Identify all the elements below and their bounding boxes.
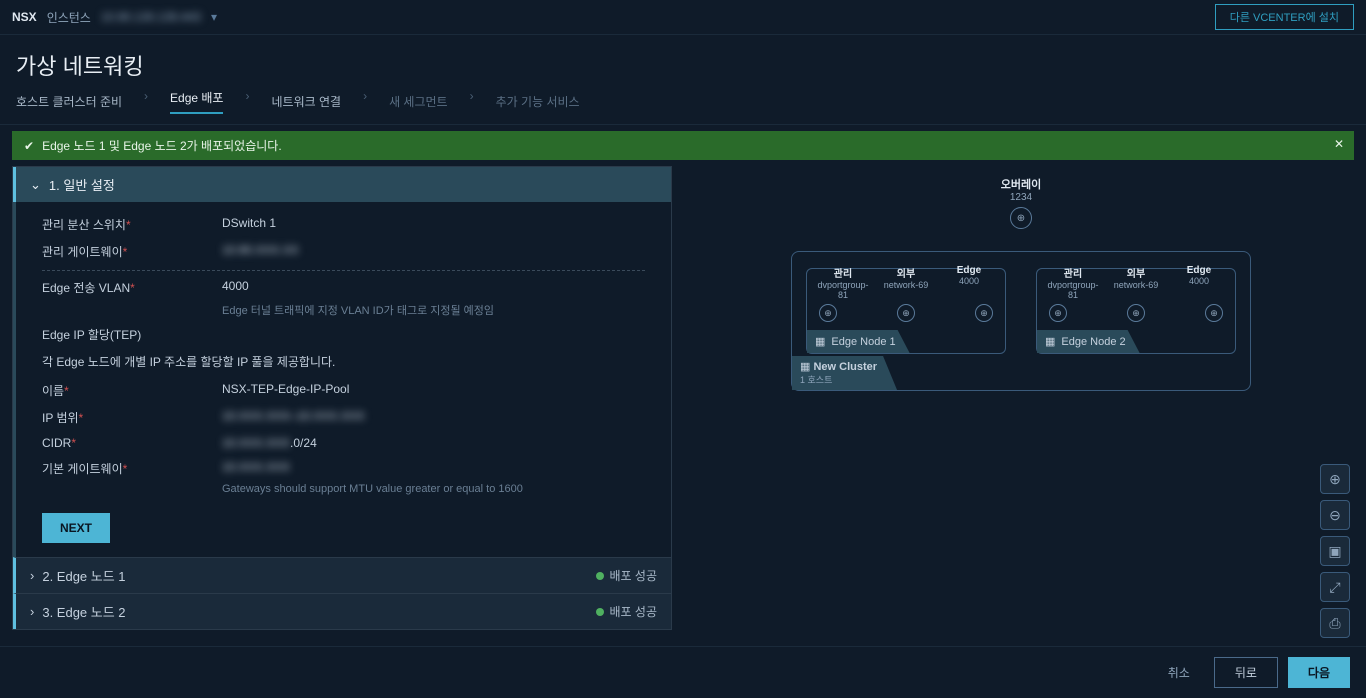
gateway-label: 기본 게이트웨이* <box>42 460 222 477</box>
cidr-label: CIDR* <box>42 436 222 450</box>
ip-range-label: IP 범위* <box>42 409 222 426</box>
collapse-button[interactable]: ⤢ <box>1320 572 1350 602</box>
port-icon: ⊕ <box>1049 304 1067 322</box>
back-button[interactable]: 뒤로 <box>1214 657 1278 688</box>
port-icon: ⊕ <box>1127 304 1145 322</box>
edge-node-2[interactable]: 관리dvportgroup-81 외부network-69 Edge4000 ⊕… <box>1036 268 1236 354</box>
edge-node-1-label: Edge Node 1 <box>831 336 895 348</box>
chevron-down-icon: ⌄ <box>30 177 41 193</box>
deploy-status-2: 배포 성공 <box>596 603 658 620</box>
breadcrumb: 호스트 클러스터 준비 › Edge 배포 › 네트워크 연결 › 새 세그먼트… <box>0 85 1366 125</box>
port-icon: ⊕ <box>1205 304 1223 322</box>
edge-ip-description: 각 Edge 노드에 개별 IP 주소를 할당할 IP 풀을 제공합니다. <box>42 353 645 370</box>
port-icon: ⊕ <box>975 304 993 322</box>
overlay-sub: 1234 <box>791 192 1251 203</box>
topbar: NSX 인스턴스 10.90.130.135:443 ▾ 다른 VCENTER에… <box>0 0 1366 35</box>
edge-vlan-value: 4000 <box>222 279 249 296</box>
install-other-vcenter-button[interactable]: 다른 VCENTER에 설치 <box>1215 4 1354 30</box>
chevron-right-icon: › <box>30 604 34 619</box>
accordion-header-2[interactable]: ›2. Edge 노드 1 배포 성공 <box>13 557 671 593</box>
zoom-out-button[interactable]: ⊖ <box>1320 500 1350 530</box>
cluster-icon: ▦ <box>800 361 810 373</box>
edge-node-1[interactable]: 관리dvportgroup-81 외부network-69 Edge4000 ⊕… <box>806 268 1006 354</box>
page-title: 가상 네트워킹 <box>0 35 1366 85</box>
zoom-toolbar: ⊕ ⊖ ▣ ⤢ ⎙ <box>1320 464 1350 638</box>
gateway-hint: Gateways should support MTU value greate… <box>222 483 645 495</box>
footer-next-button[interactable]: 다음 <box>1288 657 1350 688</box>
chevron-right-icon: › <box>470 89 474 114</box>
mgmt-gateway-label: 관리 게이트웨이* <box>42 243 222 260</box>
edge-vlan-label: Edge 전송 VLAN* <box>42 279 222 296</box>
name-label: 이름* <box>42 382 222 399</box>
cluster-box: 관리dvportgroup-81 외부network-69 Edge4000 ⊕… <box>791 251 1251 391</box>
success-alert: ✔ Edge 노드 1 및 Edge 노드 2가 배포되었습니다. ✕ <box>12 131 1354 160</box>
chevron-right-icon: › <box>363 89 367 114</box>
crumb-new-segment[interactable]: 새 세그먼트 <box>389 89 448 114</box>
mgmt-gateway-value: 10.90.XXX.XX <box>222 243 299 260</box>
zoom-in-button[interactable]: ⊕ <box>1320 464 1350 494</box>
mgmt-switch-label: 관리 분산 스위치* <box>42 216 222 233</box>
instance-label: 인스턴스 <box>47 9 91 26</box>
overlay-icon: ⊕ <box>1010 207 1032 229</box>
cluster-tab: ▦ New Cluster 1 호스트 <box>792 356 897 390</box>
export-button[interactable]: ⎙ <box>1320 608 1350 638</box>
status-dot-icon <box>596 608 604 616</box>
edge-vlan-hint: Edge 터널 트래픽에 지정 VLAN ID가 태그로 지정될 예정임 <box>222 302 645 318</box>
port-icon: ⊕ <box>819 304 837 322</box>
edge-node-2-label: Edge Node 2 <box>1061 336 1125 348</box>
chevron-down-icon[interactable]: ▾ <box>211 10 217 24</box>
name-value: NSX-TEP-Edge-IP-Pool <box>222 382 349 399</box>
section-title: 1. 일반 설정 <box>49 175 115 194</box>
accordion-general-settings: ⌄ 1. 일반 설정 관리 분산 스위치* DSwitch 1 관리 게이트웨이… <box>12 166 672 630</box>
edge-icon: ▦ <box>1045 335 1055 348</box>
nsx-label: NSX <box>12 10 37 24</box>
crumb-extra-service[interactable]: 추가 기능 서비스 <box>496 89 580 114</box>
check-icon: ✔ <box>24 139 34 153</box>
edge-icon: ▦ <box>815 335 825 348</box>
edge-ip-title: Edge IP 할당(TEP) <box>42 326 222 343</box>
ip-range-value: 10.XXX.XXX–10.XXX.XXX <box>222 409 365 426</box>
crumb-host-prep[interactable]: 호스트 클러스터 준비 <box>16 89 122 114</box>
accordion-header-3[interactable]: ›3. Edge 노드 2 배포 성공 <box>13 593 671 629</box>
instance-ip[interactable]: 10.90.130.135:443 <box>101 10 201 24</box>
footer: 취소 뒤로 다음 <box>0 646 1366 698</box>
overlay-title: 오버레이 <box>791 176 1251 192</box>
deploy-status-1: 배포 성공 <box>596 567 658 584</box>
next-button[interactable]: NEXT <box>42 513 110 543</box>
status-dot-icon <box>596 572 604 580</box>
alert-message: Edge 노드 1 및 Edge 노드 2가 배포되었습니다. <box>42 137 282 154</box>
gateway-value: 10.XXX.XXX <box>222 460 290 477</box>
fit-button[interactable]: ▣ <box>1320 536 1350 566</box>
mgmt-switch-value: DSwitch 1 <box>222 216 276 233</box>
chevron-right-icon: › <box>144 89 148 114</box>
crumb-network-connect[interactable]: 네트워크 연결 <box>271 89 341 114</box>
close-icon[interactable]: ✕ <box>1334 137 1344 151</box>
accordion-header-1[interactable]: ⌄ 1. 일반 설정 <box>13 167 671 202</box>
topology-panel: 오버레이 1234 ⊕ 관리dvportgroup-81 외부network-6… <box>688 166 1354 630</box>
chevron-right-icon: › <box>30 568 34 583</box>
crumb-edge-deploy[interactable]: Edge 배포 <box>170 89 223 114</box>
port-icon: ⊕ <box>897 304 915 322</box>
cancel-button[interactable]: 취소 <box>1154 657 1204 688</box>
chevron-right-icon: › <box>245 89 249 114</box>
cidr-value: 10.XXX.XXX.0/24 <box>222 436 317 450</box>
